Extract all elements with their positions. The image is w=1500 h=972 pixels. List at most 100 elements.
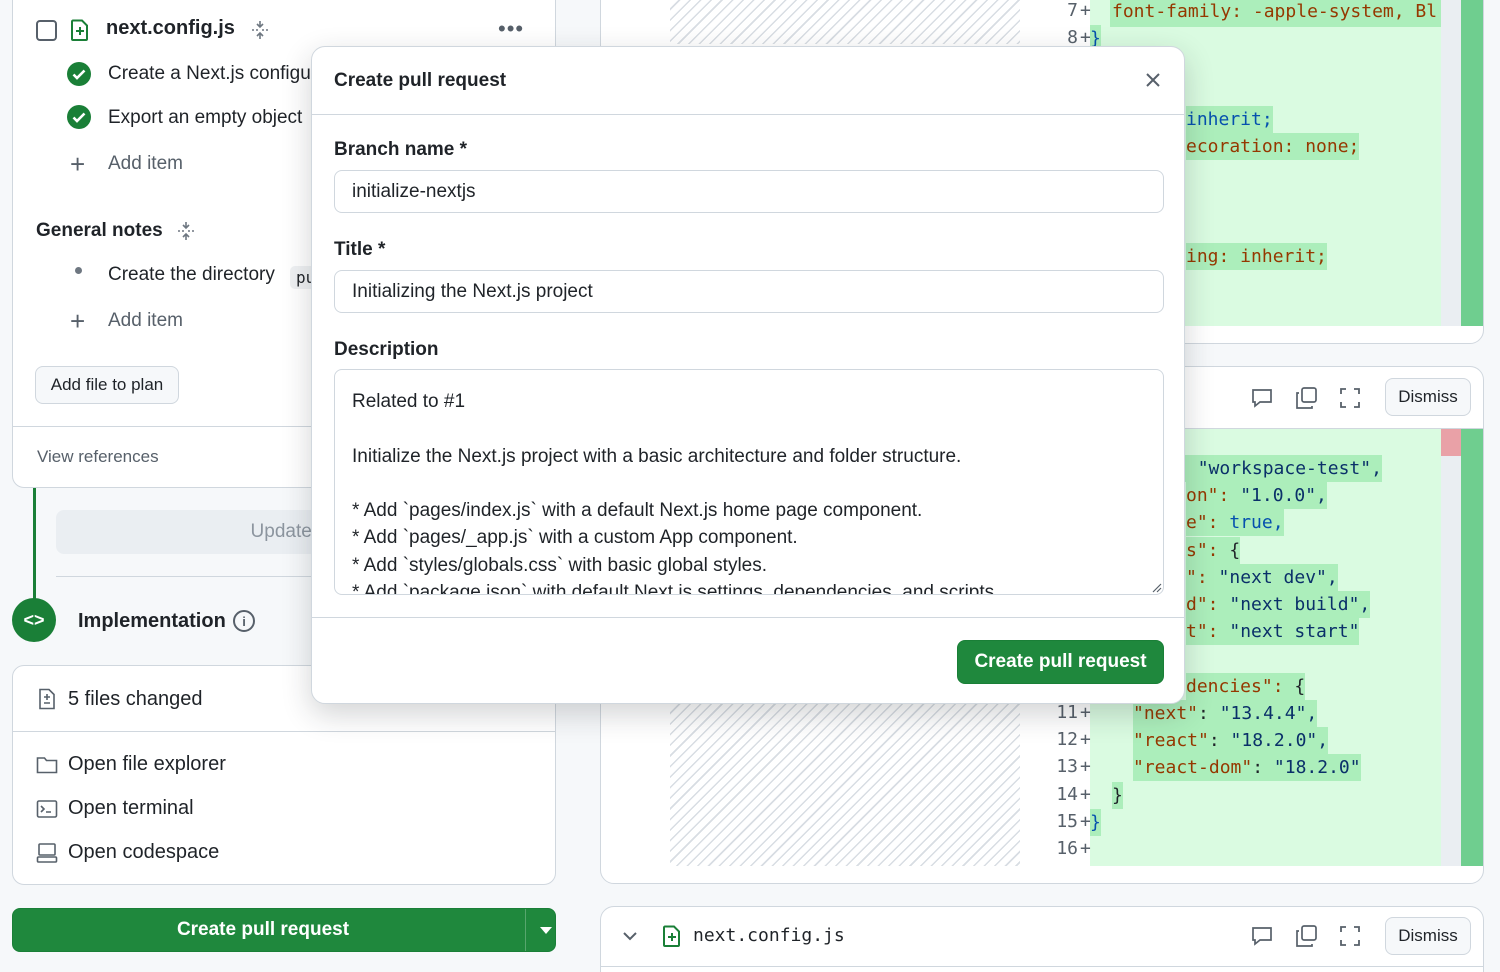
json-key: ": — [1186, 567, 1219, 588]
code-fragment: ": "next dev", — [1186, 564, 1338, 591]
code-fragment: s": { — [1186, 537, 1241, 564]
branch-name-label: Branch name * — [334, 139, 468, 160]
open-codespace-button[interactable]: Open codespace — [68, 841, 219, 864]
diff-file-icon — [39, 688, 55, 710]
code-fragment: : "workspace-test", — [1176, 455, 1382, 482]
line-number: 16 — [1056, 838, 1078, 859]
create-pull-request-button[interactable]: Create pull request — [13, 909, 513, 951]
copy-icon[interactable] — [1294, 386, 1318, 410]
title-input[interactable]: Initializing the Next.js project — [334, 270, 1164, 313]
added-lines-marker — [1461, 0, 1483, 326]
description-label: Description — [334, 339, 439, 360]
line-number: 14 — [1056, 784, 1078, 805]
description-textarea[interactable]: Related to #1 Initialize the Next.js pro… — [334, 369, 1164, 595]
json-key: d": — [1186, 594, 1230, 615]
code-fragment: t": "next start" — [1186, 618, 1360, 645]
code-line: } — [1112, 782, 1123, 809]
expand-icon[interactable] — [1338, 924, 1362, 948]
comment-icon[interactable] — [1250, 924, 1274, 948]
code-line: "react-dom": "18.2.0" — [1133, 754, 1361, 781]
comment-icon[interactable] — [1250, 386, 1274, 410]
code-fragment: dencies": { — [1186, 673, 1306, 700]
collapse-icon[interactable] — [175, 220, 197, 242]
diff-file-name[interactable]: next.config.js — [693, 922, 845, 949]
plan-step-label[interactable]: Export an empty object — [108, 107, 302, 129]
added-line-marker: + — [1080, 838, 1091, 859]
description-line: * Add `pages/index.js` with a default Ne… — [352, 500, 923, 522]
added-lines-marker — [1461, 429, 1483, 866]
line-number: 15 — [1056, 811, 1078, 832]
json-value: "workspace-test", — [1197, 458, 1382, 479]
step-done-icon — [67, 105, 91, 129]
file-added-icon — [663, 925, 680, 947]
resize-handle-icon[interactable] — [1152, 583, 1162, 593]
code-line: } — [1090, 809, 1101, 836]
submit-pull-request-button[interactable]: Create pull request — [957, 640, 1164, 684]
codespace-icon — [36, 843, 58, 863]
code-fragment: e": true, — [1186, 509, 1284, 536]
folder-icon — [36, 757, 58, 774]
json-value: true, — [1229, 512, 1284, 533]
dismiss-button[interactable]: Dismiss — [1385, 917, 1471, 955]
scrollbar-track[interactable] — [1441, 429, 1461, 866]
copy-icon[interactable] — [1294, 924, 1318, 948]
description-line: Related to #1 — [352, 391, 466, 412]
view-references-link[interactable]: View references — [37, 447, 159, 467]
dialog-header: Create pull request — [312, 47, 1184, 115]
json-key: "react-dom" — [1133, 757, 1253, 778]
dismiss-button[interactable]: Dismiss — [1385, 378, 1471, 416]
open-file-explorer-button[interactable]: Open file explorer — [68, 753, 226, 776]
json-value: "1.0.0", — [1240, 485, 1327, 506]
dialog-footer-divider — [312, 617, 1184, 618]
plan-file-name[interactable]: next.config.js — [106, 17, 235, 40]
description-line — [352, 415, 1146, 442]
open-terminal-button[interactable]: Open terminal — [68, 797, 194, 820]
json-value: { — [1294, 676, 1306, 697]
general-notes-title: General notes — [36, 220, 163, 241]
step-done-icon — [67, 62, 91, 86]
line-number: 13 — [1056, 756, 1078, 777]
added-line-marker: + — [1080, 729, 1091, 750]
split-divider — [525, 909, 526, 951]
files-changed-label[interactable]: 5 files changed — [68, 688, 203, 711]
branch-name-input[interactable]: initialize-nextjs — [334, 170, 1164, 213]
plus-icon: + — [70, 149, 86, 179]
added-line-marker: + — [1080, 784, 1091, 805]
general-note-label[interactable]: Create the directory — [108, 264, 275, 286]
expand-icon[interactable] — [1338, 386, 1362, 410]
chevron-down-icon[interactable] — [618, 924, 642, 948]
json-key: t": — [1186, 621, 1230, 642]
scrollbar-track[interactable] — [1441, 0, 1461, 326]
json-key: "next" — [1133, 703, 1199, 724]
description-line: * Add `package.json` with default Next.j… — [352, 582, 1000, 595]
add-file-to-plan-button[interactable]: Add file to plan — [35, 366, 179, 404]
dropdown-caret-icon[interactable] — [540, 927, 552, 934]
code-icon: <> — [12, 598, 56, 642]
file-select-checkbox[interactable] — [36, 20, 57, 41]
code-fragment: ecoration: none; — [1186, 133, 1360, 160]
code-line: "next": "13.4.4", — [1133, 700, 1318, 727]
code-line: "react": "18.2.0", — [1133, 727, 1329, 754]
collapse-icon[interactable] — [249, 19, 271, 41]
add-item-button[interactable]: Add item — [108, 153, 183, 175]
json-value: "18.2.0" — [1273, 757, 1361, 778]
line-number: 12 — [1056, 729, 1078, 750]
divider — [13, 731, 555, 732]
info-icon[interactable]: i — [233, 610, 255, 632]
close-icon[interactable] — [1138, 65, 1168, 95]
create-pull-request-dialog: Create pull request Branch name * initia… — [311, 46, 1185, 704]
more-options-icon[interactable]: ••• — [498, 16, 524, 42]
dialog-title: Create pull request — [334, 70, 507, 91]
json-key: dencies": — [1186, 676, 1295, 697]
json-key: e": — [1186, 512, 1230, 533]
empty-diff-side — [670, 704, 1020, 866]
description-line: * Add `pages/_app.js` with a custom App … — [352, 527, 798, 549]
plan-step-label[interactable]: Create a Next.js configu — [108, 63, 311, 85]
add-item-button[interactable]: Add item — [108, 310, 183, 332]
implementation-title: Implementation — [78, 610, 226, 632]
code-fragment: inherit; — [1186, 106, 1273, 133]
bullet-icon — [75, 267, 82, 274]
create-pull-request-split-button: Create pull request — [12, 908, 556, 952]
description-line: Initialize the Next.js project with a ba… — [352, 445, 962, 467]
line-number: 11 — [1056, 702, 1078, 723]
